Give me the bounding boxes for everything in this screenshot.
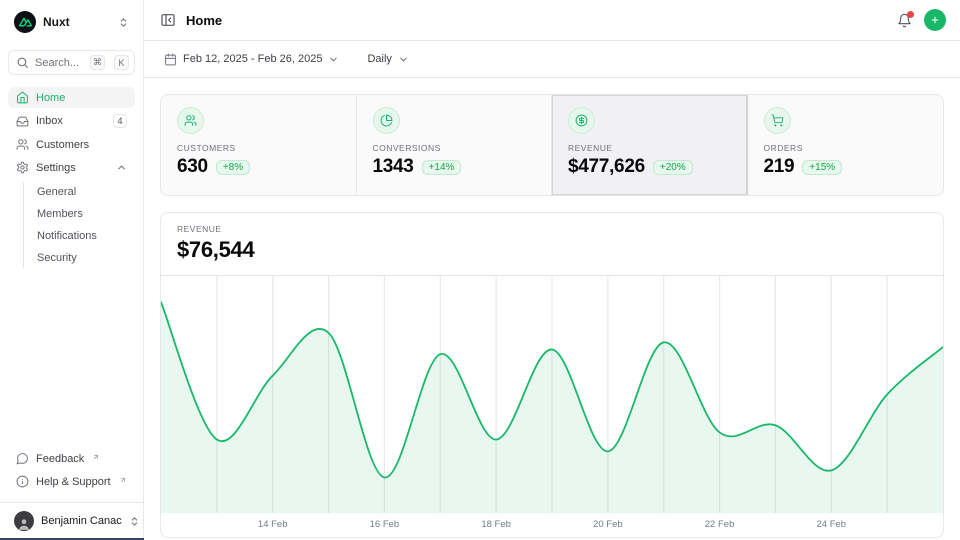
delta-badge: +8%	[216, 160, 250, 175]
delta-badge: +20%	[653, 160, 693, 175]
circle-dollar-icon	[568, 107, 595, 134]
sidebar-footer: Feedback Help & Support Benjamin Canac	[8, 448, 135, 540]
avatar	[14, 511, 34, 531]
user-name: Benjamin Canac	[41, 515, 122, 527]
search-input[interactable]: Search... ⌘ K	[8, 50, 135, 75]
main-area: Home Feb 12, 2025 - Feb 26, 2025	[144, 0, 960, 540]
chart-metric-label: REVENUE	[177, 224, 927, 234]
add-button[interactable]	[924, 9, 946, 31]
filters-toolbar: Feb 12, 2025 - Feb 26, 2025 Daily	[144, 41, 960, 78]
message-bubble-icon	[16, 452, 29, 465]
stat-label: REVENUE	[568, 143, 731, 153]
sidebar-item-settings[interactable]: Settings	[8, 157, 135, 178]
search-placeholder: Search...	[35, 57, 79, 69]
sidebar-item-members[interactable]: Members	[31, 204, 135, 224]
chart-metric-value: $76,544	[177, 237, 927, 263]
stat-revenue[interactable]: REVENUE $477,626 +20%	[552, 95, 748, 195]
stat-value: 1343	[373, 156, 414, 178]
chart-x-axis: 14 Feb 16 Feb 18 Feb 20 Feb 22 Feb 24 Feb	[161, 515, 943, 537]
kbd-k: K	[114, 55, 129, 70]
x-tick-label: 14 Feb	[258, 519, 288, 530]
x-tick-label: 16 Feb	[370, 519, 400, 530]
stat-conversions[interactable]: CONVERSIONS 1343 +14%	[357, 95, 553, 195]
x-tick-label: 20 Feb	[593, 519, 623, 530]
inbox-count-badge: 4	[113, 114, 127, 128]
delta-badge: +15%	[802, 160, 842, 175]
sidebar-item-inbox[interactable]: Inbox 4	[8, 110, 135, 132]
revenue-chart-card: REVENUE $76,544 14 Feb 16 Feb 18 Feb 20 Feb…	[160, 212, 944, 538]
panel-left-close-icon[interactable]	[160, 12, 176, 28]
chart-svg	[161, 276, 943, 515]
sidebar-item-label: Customers	[36, 139, 89, 151]
users-icon	[177, 107, 204, 134]
granularity-select[interactable]: Daily	[363, 51, 412, 67]
external-link-icon	[119, 476, 127, 484]
sidebar: Nuxt Search... ⌘ K Home	[0, 0, 144, 540]
x-tick-label: 22 Feb	[705, 519, 735, 530]
date-range-picker[interactable]: Feb 12, 2025 - Feb 26, 2025	[160, 51, 343, 68]
stat-label: CONVERSIONS	[373, 143, 536, 153]
sidebar-item-security[interactable]: Security	[31, 248, 135, 268]
workspace-name: Nuxt	[43, 15, 70, 29]
notification-dot	[907, 11, 914, 18]
home-icon	[16, 91, 29, 104]
calendar-icon	[164, 53, 177, 66]
page-title: Home	[186, 13, 222, 28]
stats-row: CUSTOMERS 630 +8% CONVERSIONS 1343 +14%	[160, 94, 944, 196]
nuxt-logo-icon	[14, 11, 36, 33]
chevrons-up-down-icon	[129, 516, 140, 527]
app-root: Nuxt Search... ⌘ K Home	[0, 0, 960, 540]
stat-orders[interactable]: ORDERS 219 +15%	[748, 95, 944, 195]
stat-label: ORDERS	[764, 143, 928, 153]
sidebar-item-notifications[interactable]: Notifications	[31, 226, 135, 246]
delta-badge: +14%	[422, 160, 462, 175]
help-support-label: Help & Support	[36, 476, 111, 488]
notifications-bell-icon[interactable]	[897, 13, 912, 28]
stat-value: $477,626	[568, 156, 645, 178]
kbd-command: ⌘	[90, 55, 105, 70]
gear-icon	[16, 161, 29, 174]
x-tick-label: 24 Feb	[816, 519, 846, 530]
stat-value: 630	[177, 156, 208, 178]
chevron-up-icon	[116, 162, 127, 173]
sidebar-nav: Home Inbox 4 Customers Settings	[8, 87, 135, 270]
help-support-link[interactable]: Help & Support	[8, 471, 135, 492]
stat-value: 219	[764, 156, 795, 178]
inbox-icon	[16, 115, 29, 128]
search-icon	[16, 56, 29, 69]
page-header: Home	[144, 0, 960, 41]
dashboard-content: CUSTOMERS 630 +8% CONVERSIONS 1343 +14%	[144, 78, 960, 540]
stat-label: CUSTOMERS	[177, 143, 340, 153]
sidebar-item-label: Settings	[36, 162, 76, 174]
chart-body: 14 Feb 16 Feb 18 Feb 20 Feb 22 Feb 24 Feb	[161, 276, 943, 537]
user-menu[interactable]: Benjamin Canac	[0, 502, 143, 540]
sidebar-item-customers[interactable]: Customers	[8, 134, 135, 155]
info-circle-icon	[16, 475, 29, 488]
sidebar-item-home[interactable]: Home	[8, 87, 135, 108]
x-tick-label: 18 Feb	[481, 519, 511, 530]
settings-sub-list: General Members Notifications Security	[23, 182, 135, 268]
revenue-area-chart[interactable]	[161, 276, 943, 515]
feedback-label: Feedback	[36, 453, 84, 465]
sidebar-item-general[interactable]: General	[31, 182, 135, 202]
date-range-label: Feb 12, 2025 - Feb 26, 2025	[183, 53, 322, 65]
sidebar-item-label: Inbox	[36, 115, 63, 127]
chevron-down-icon	[328, 54, 339, 65]
chart-header: REVENUE $76,544	[161, 213, 943, 276]
external-link-icon	[92, 453, 100, 461]
chevrons-up-down-icon	[118, 17, 129, 28]
workspace-selector[interactable]: Nuxt	[8, 8, 135, 36]
feedback-link[interactable]: Feedback	[8, 448, 135, 469]
header-actions	[897, 9, 946, 31]
chart-pie-icon	[373, 107, 400, 134]
granularity-label: Daily	[367, 53, 391, 65]
users-icon	[16, 138, 29, 151]
sidebar-item-label: Home	[36, 92, 65, 104]
shopping-cart-icon	[764, 107, 791, 134]
chevron-down-icon	[398, 54, 409, 65]
stat-customers[interactable]: CUSTOMERS 630 +8%	[161, 95, 357, 195]
